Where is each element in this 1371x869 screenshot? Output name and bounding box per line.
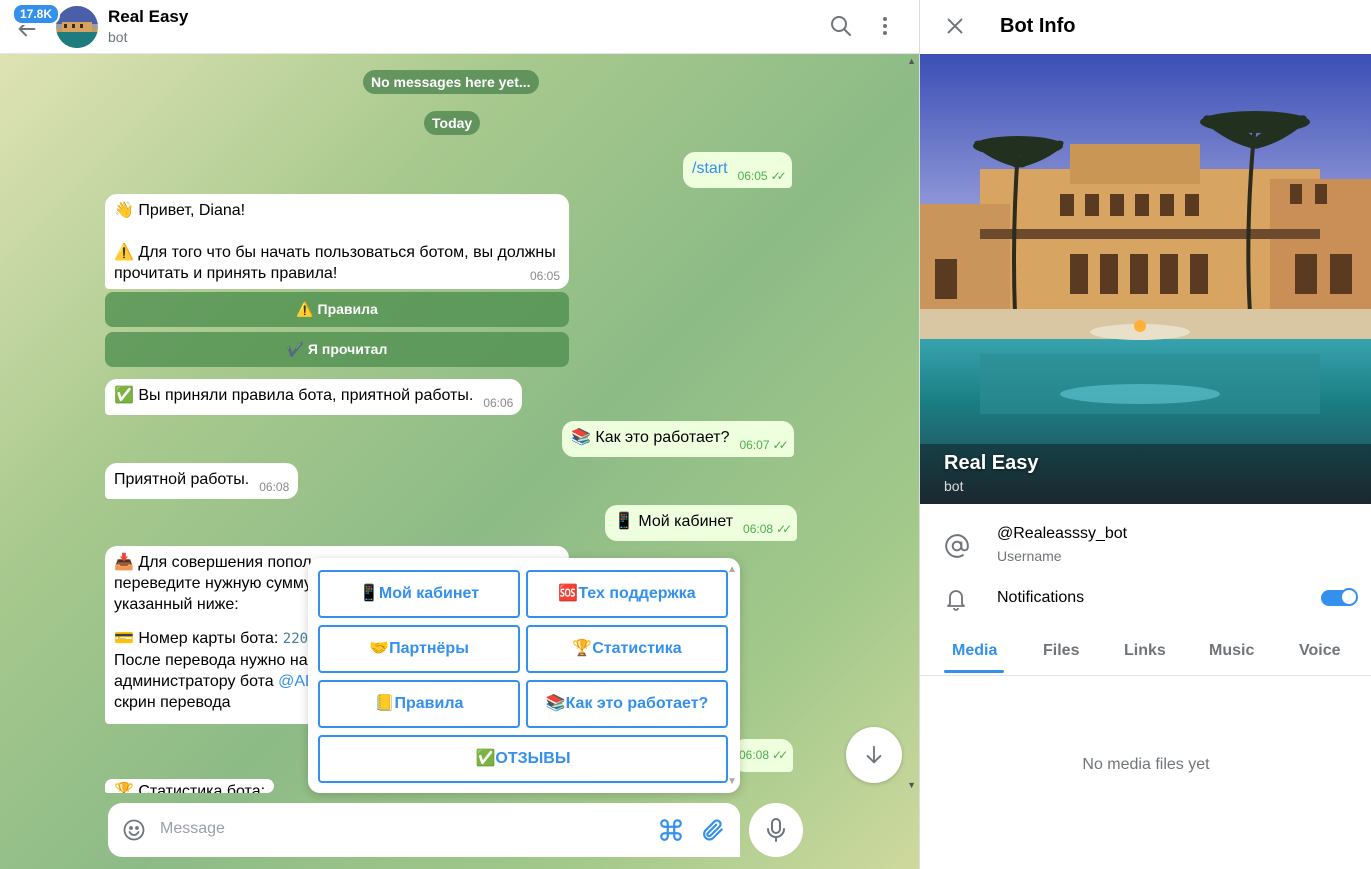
tab-files[interactable]: Files	[1043, 642, 1079, 660]
username-label: Username	[997, 548, 1062, 564]
active-tab-indicator	[944, 670, 1004, 673]
message-text: 📱 Мой кабинет	[614, 513, 734, 530]
message-incoming[interactable]: Приятной работы. 06:08	[105, 463, 299, 499]
more-vertical-icon	[883, 17, 887, 35]
message-text: 📚 Как это работает?	[571, 429, 730, 446]
avatar[interactable]	[56, 6, 98, 48]
search-button[interactable]	[829, 14, 855, 40]
keyboard-button-rules[interactable]: 📒Правила	[318, 680, 520, 728]
search-icon	[831, 16, 851, 36]
message-time: 06:07	[739, 438, 770, 452]
message-input[interactable]	[160, 820, 640, 838]
info-title: Bot Info	[1000, 15, 1076, 37]
command-icon[interactable]	[658, 817, 684, 843]
reply-keyboard: ▲ 📱Мой кабинет 🆘Тех поддержка 🤝Партнёры …	[308, 558, 740, 793]
message-outgoing[interactable]: 📱 Мой кабинет 06:08 ✓✓	[605, 505, 798, 541]
keyboard-button-how-it-works[interactable]: 📚Как это работает?	[526, 680, 728, 728]
microphone-button[interactable]	[749, 803, 803, 857]
paperclip-icon[interactable]	[700, 817, 726, 843]
message-text[interactable]: /start	[692, 160, 728, 177]
message-time: 06:08	[739, 748, 770, 762]
chat-panel: 17.8K Real Easy bot ▲ ▼ No messages here…	[0, 0, 919, 869]
info-header: Bot Info	[920, 0, 1371, 54]
message-text: 💳 Номер карты бота:	[114, 630, 283, 647]
bot-name: Real Easy	[944, 452, 1039, 474]
media-tabs: Media Files Links Music Voice	[920, 630, 1371, 676]
keyboard-button-statistics[interactable]: 🏆Статистика	[526, 625, 728, 673]
chat-subtitle: bot	[108, 29, 128, 45]
card-number[interactable]: 220	[283, 631, 308, 647]
double-check-icon: ✓✓	[770, 169, 787, 183]
message-time: 06:05	[737, 169, 768, 183]
tab-media[interactable]: Media	[952, 642, 997, 660]
more-button[interactable]	[873, 14, 899, 40]
chevron-down-icon[interactable]: ▼	[727, 776, 737, 787]
arrow-down-icon	[866, 745, 882, 764]
bell-icon	[947, 590, 965, 611]
chevron-up-icon[interactable]: ▲	[727, 564, 737, 575]
empty-media-text: No media files yet	[1082, 756, 1210, 773]
keyboard-button-reviews[interactable]: ✅ОТЗЫВЫ	[318, 735, 728, 783]
chat-scrollbar-down[interactable]: ▼	[907, 780, 916, 790]
message-time: 06:06	[483, 396, 514, 410]
tab-links[interactable]: Links	[1124, 642, 1166, 660]
bot-cover-image[interactable]: Real Easy bot	[920, 54, 1371, 504]
message-outgoing[interactable]: 06:08 ✓✓	[733, 739, 794, 772]
message-text: администратору бота	[114, 673, 279, 690]
unread-badge: 17.8K	[12, 3, 61, 25]
emoji-icon[interactable]	[122, 818, 146, 842]
tab-music[interactable]: Music	[1209, 642, 1254, 660]
message-incoming[interactable]: 🏆 Статистика бота:	[105, 779, 275, 793]
message-text: Приятной работы.	[114, 471, 250, 488]
at-sign-icon	[945, 534, 969, 558]
message-outgoing[interactable]: /start 06:05 ✓✓	[683, 152, 792, 188]
message-time: 06:08	[743, 522, 774, 536]
toggle-knob	[1340, 588, 1358, 606]
message-composer	[108, 803, 740, 857]
date-separator: Today	[424, 111, 481, 135]
tab-voice[interactable]: Voice	[1299, 642, 1341, 660]
bot-type: bot	[944, 478, 964, 494]
double-check-icon: ✓✓	[772, 438, 789, 452]
bot-info-panel: Bot Info Real Easy bot @Realeasssy_bot U…	[919, 0, 1371, 869]
inline-button-read[interactable]: ✔️ Я прочитал	[105, 332, 569, 367]
double-check-icon: ✓✓	[772, 748, 788, 762]
inline-button-rules[interactable]: ⚠️ Правила	[105, 292, 569, 327]
keyboard-button-cabinet[interactable]: 📱Мой кабинет	[318, 570, 520, 618]
message-incoming[interactable]: 👋 Привет, Diana! ⚠️ Для того что бы нача…	[105, 194, 569, 289]
service-message-empty: No messages here yet...	[363, 70, 539, 94]
message-text: ✅ Вы приняли правила бота, приятной рабо…	[114, 387, 474, 404]
message-text: 🏆 Статистика бота:	[114, 783, 266, 793]
notifications-toggle[interactable]	[1321, 588, 1358, 606]
scroll-down-button[interactable]	[846, 727, 902, 783]
message-text: 👋 Привет, Diana!	[114, 202, 246, 219]
message-time: 06:08	[259, 480, 290, 494]
keyboard-button-support[interactable]: 🆘Тех поддержка	[526, 570, 728, 618]
keyboard-button-partners[interactable]: 🤝Партнёры	[318, 625, 520, 673]
chat-title[interactable]: Real Easy	[108, 7, 188, 27]
close-icon[interactable]	[944, 15, 966, 37]
chat-scrollbar[interactable]: ▲	[907, 56, 916, 66]
notifications-label: Notifications	[997, 589, 1085, 606]
username-value[interactable]: @Realeasssy_bot	[997, 525, 1127, 543]
double-check-icon: ✓✓	[776, 522, 792, 536]
microphone-icon	[767, 818, 785, 842]
message-incoming[interactable]: ✅ Вы приняли правила бота, приятной рабо…	[105, 379, 523, 415]
chat-header: 17.8K Real Easy bot	[0, 0, 919, 54]
message-outgoing[interactable]: 📚 Как это работает? 06:07 ✓✓	[562, 421, 794, 457]
